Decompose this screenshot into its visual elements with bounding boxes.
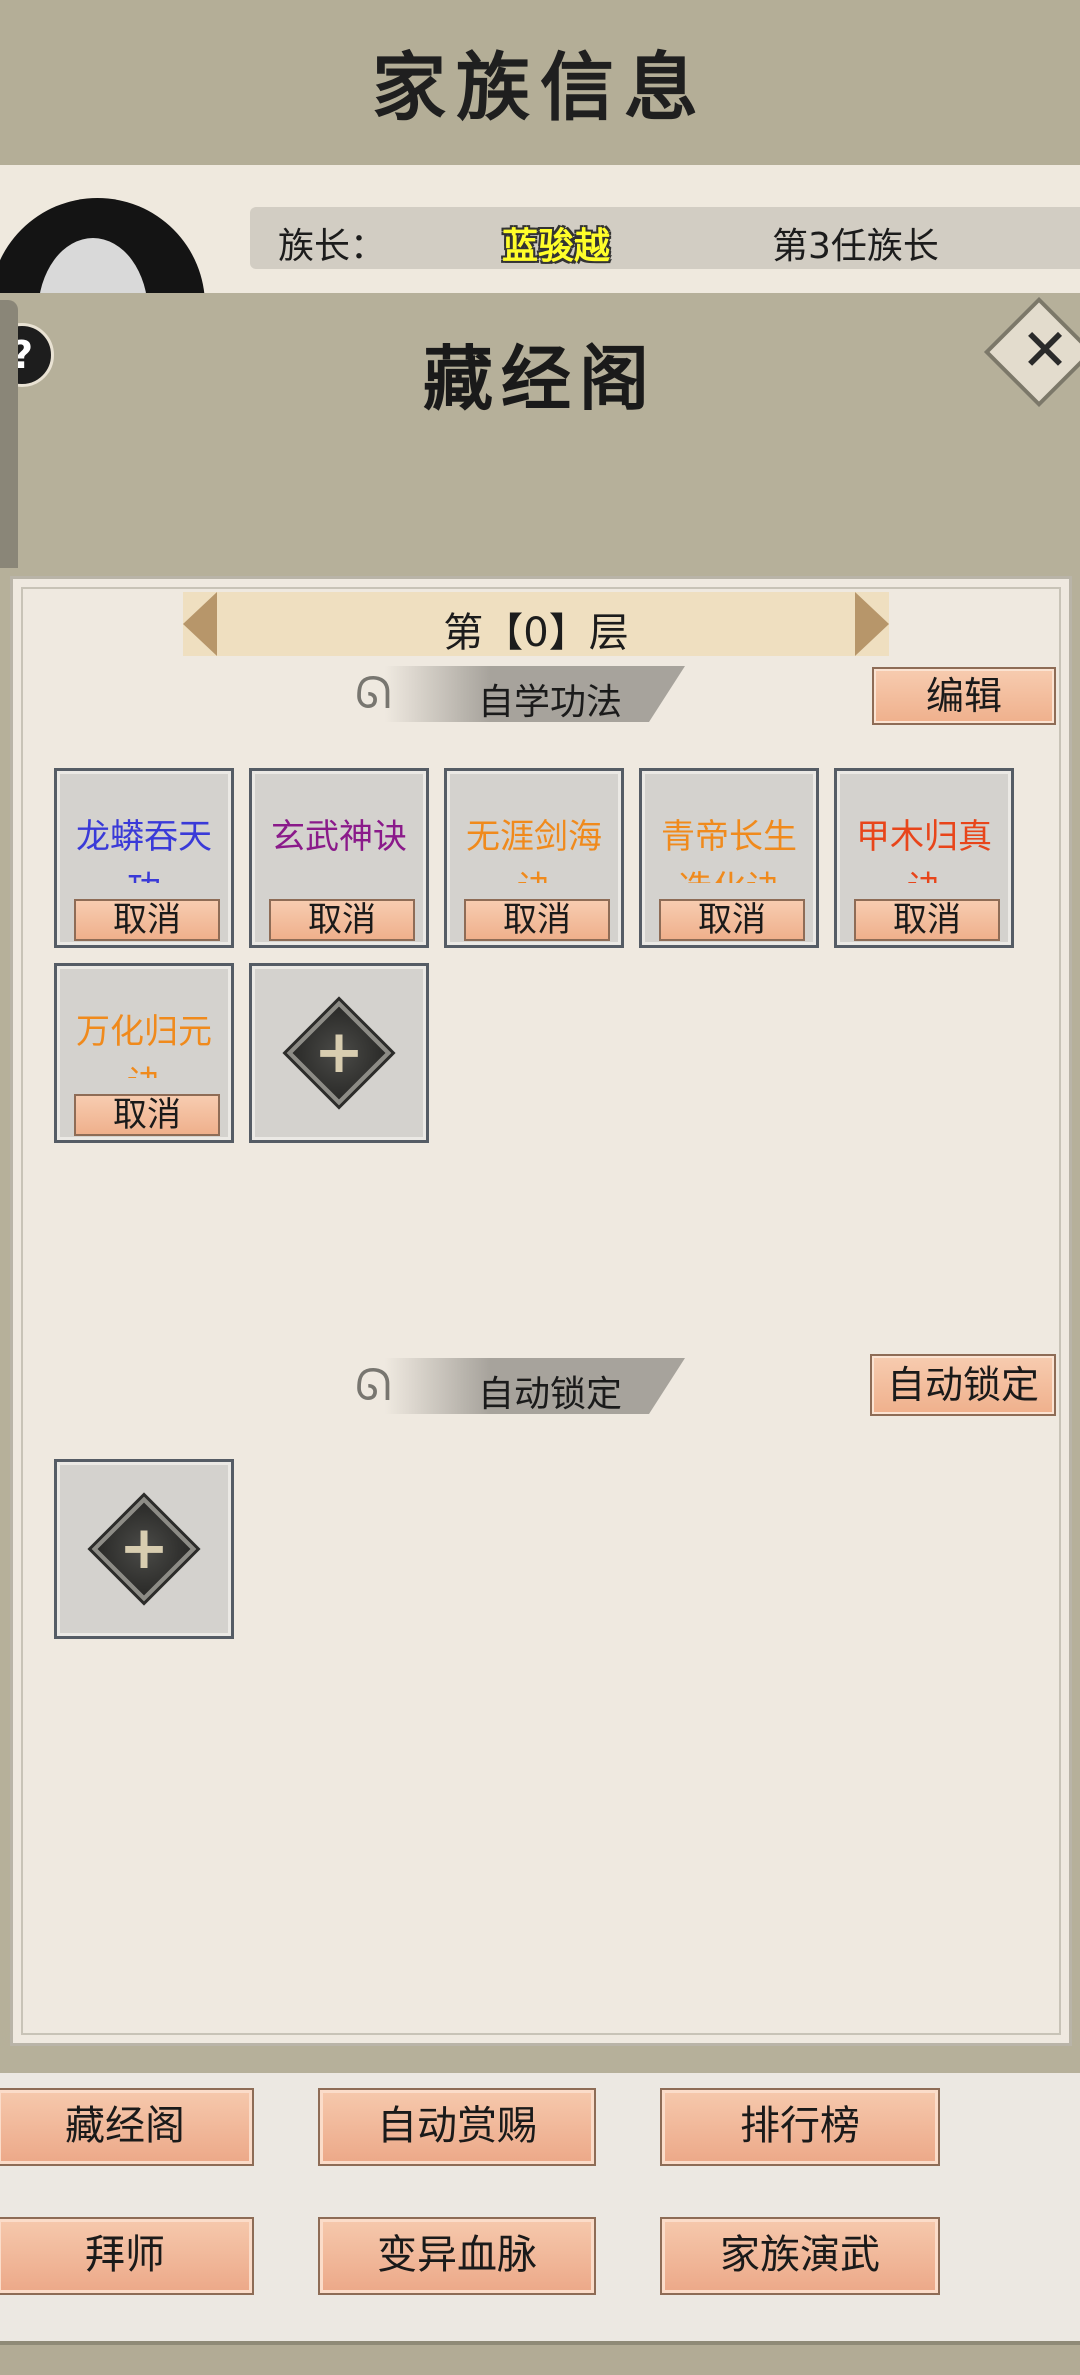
cancel-button[interactable]: 取消 bbox=[269, 899, 415, 941]
skill-name: 万化归元诀 bbox=[76, 1012, 212, 1078]
skill-name: 无涯剑海诀 bbox=[466, 817, 602, 883]
skill-slot[interactable]: 万化归元诀 取消 bbox=[54, 963, 234, 1143]
skill-name: 甲木归真诀 bbox=[856, 817, 992, 883]
skill-slot[interactable]: 玄武神诀 取消 bbox=[249, 768, 429, 948]
bottom-strip bbox=[0, 2341, 1080, 2375]
cancel-button[interactable]: 取消 bbox=[74, 1094, 220, 1136]
nav-family-drill-button[interactable]: 家族演武 bbox=[660, 2217, 940, 2295]
nav-apprentice-button[interactable]: 拜师 bbox=[0, 2217, 254, 2295]
library-modal-header: 藏经阁 ? ✕ bbox=[0, 293, 1080, 568]
plus-icon: + bbox=[313, 1017, 365, 1087]
add-skill-slot[interactable]: + bbox=[249, 963, 429, 1143]
self-study-title: 自学功法 bbox=[477, 682, 622, 723]
skill-name: 玄武神诀 bbox=[271, 817, 407, 857]
auto-lock-title: 自动锁定 bbox=[477, 1374, 622, 1415]
cloud-swirl-icon: ᘏ bbox=[355, 668, 392, 719]
edit-button[interactable]: 编辑 bbox=[872, 667, 1056, 725]
floor-label: 第【0】层 bbox=[443, 610, 629, 656]
cancel-button[interactable]: 取消 bbox=[74, 899, 220, 941]
skill-name: 龙蟒吞天功 bbox=[76, 817, 212, 883]
self-study-banner: ᘏ 自学功法 bbox=[355, 666, 715, 723]
add-lock-slot[interactable]: + bbox=[54, 1459, 234, 1639]
nav-bloodline-button[interactable]: 变异血脉 bbox=[318, 2217, 596, 2295]
leader-label: 族长： bbox=[278, 226, 387, 267]
leader-info-bar: 族长： 蓝骏越 第3任族长 bbox=[250, 207, 1080, 269]
cloud-swirl-icon: ᘏ bbox=[355, 1360, 392, 1411]
cancel-button[interactable]: 取消 bbox=[854, 899, 1000, 941]
auto-lock-banner: ᘏ 自动锁定 bbox=[355, 1358, 715, 1415]
next-floor-arrow-icon[interactable] bbox=[855, 592, 889, 656]
skill-slot[interactable]: 甲木归真诀 取消 bbox=[834, 768, 1014, 948]
leader-name[interactable]: 蓝骏越 bbox=[502, 217, 610, 269]
nav-library-button[interactable]: 藏经阁 bbox=[0, 2088, 254, 2166]
nav-ranking-button[interactable]: 排行榜 bbox=[660, 2088, 940, 2166]
modal-title: 藏经阁 bbox=[423, 337, 657, 420]
plus-icon: + bbox=[118, 1513, 170, 1583]
auto-lock-button[interactable]: 自动锁定 bbox=[870, 1354, 1056, 1416]
skill-slot[interactable]: 龙蟒吞天功 取消 bbox=[54, 768, 234, 948]
skill-slot[interactable]: 青帝长生造化诀 取消 bbox=[639, 768, 819, 948]
bottom-nav: 藏经阁 自动赏赐 排行榜 拜师 变异血脉 家族演武 bbox=[0, 2073, 1080, 2375]
nav-auto-reward-button[interactable]: 自动赏赐 bbox=[318, 2088, 596, 2166]
close-icon[interactable]: ✕ bbox=[1010, 315, 1080, 385]
skill-slot[interactable]: 无涯剑海诀 取消 bbox=[444, 768, 624, 948]
page-title: 家族信息 bbox=[372, 45, 708, 131]
cancel-button[interactable]: 取消 bbox=[464, 899, 610, 941]
skill-name: 青帝长生造化诀 bbox=[661, 817, 797, 883]
floor-selector: 第【0】层 bbox=[183, 592, 889, 656]
cancel-button[interactable]: 取消 bbox=[659, 899, 805, 941]
top-header: 家族信息 bbox=[0, 0, 1080, 171]
leader-generation: 第3任族长 bbox=[772, 226, 939, 267]
